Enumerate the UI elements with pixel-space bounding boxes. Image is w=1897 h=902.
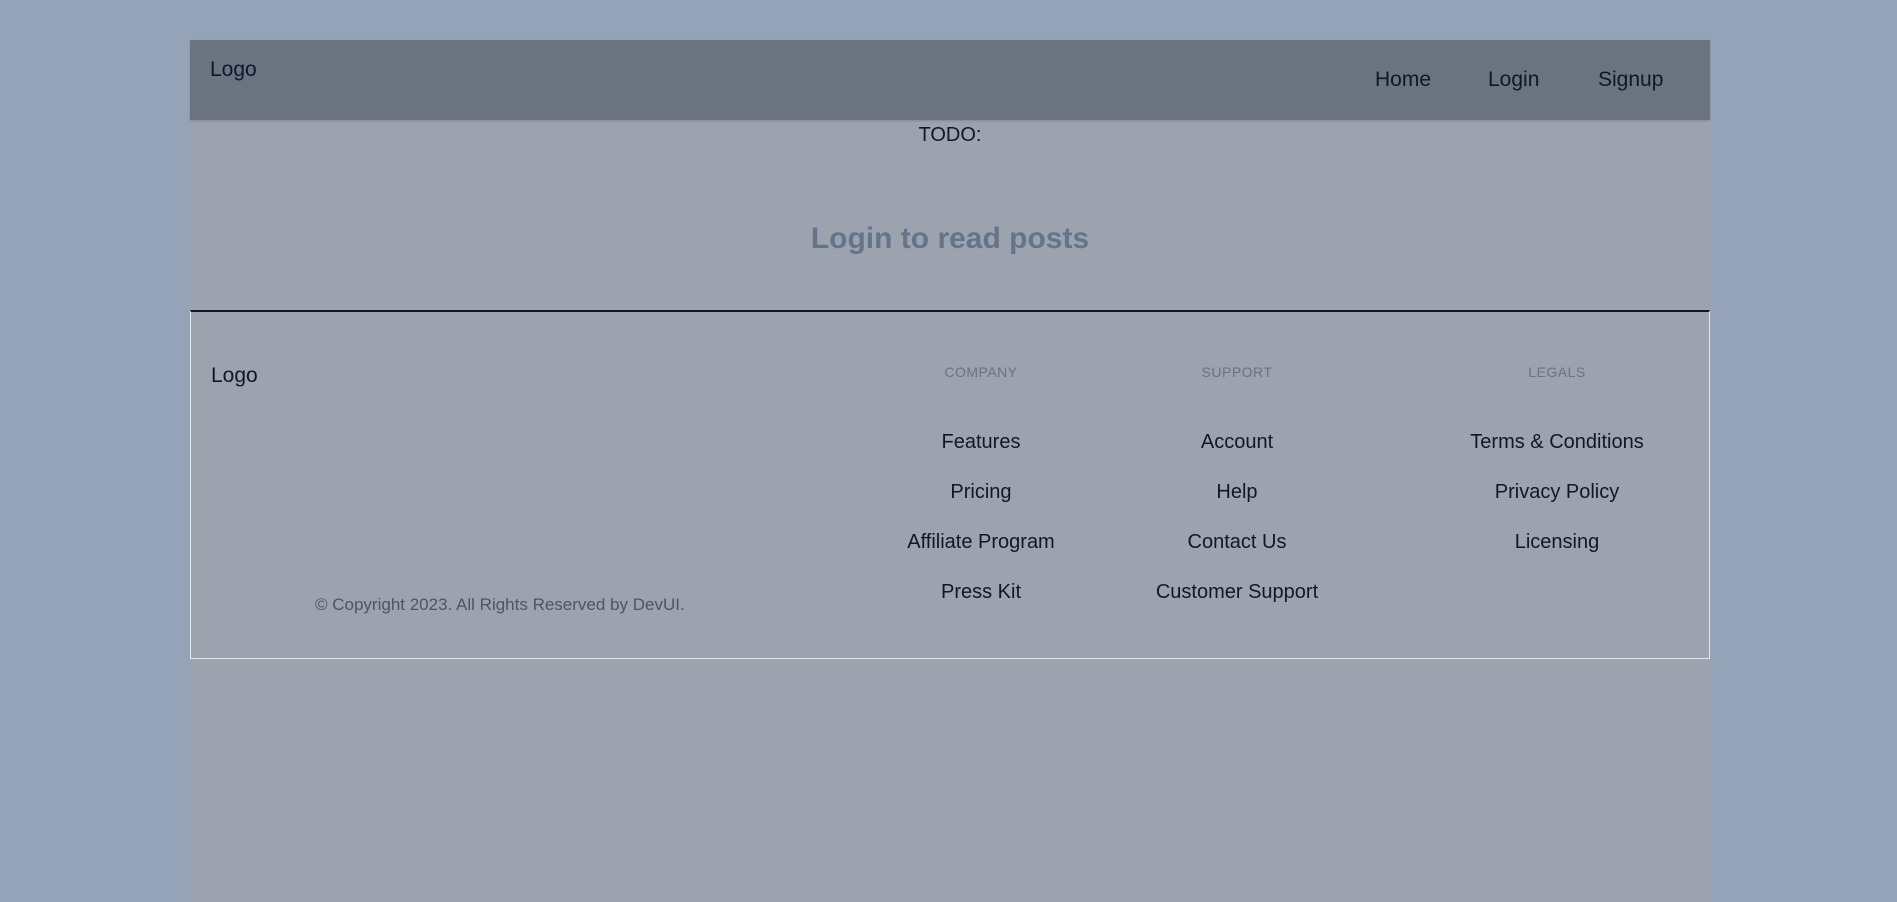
footer-link-pricing[interactable]: Pricing <box>871 480 1091 505</box>
login-message: Login to read posts <box>810 222 1090 255</box>
footer-link-features[interactable]: Features <box>871 430 1091 455</box>
todo-label: TODO: <box>918 124 982 146</box>
footer-link-affiliate-program[interactable]: Affiliate Program <box>871 530 1091 555</box>
footer-column-legals: LEGALS Terms & Conditions Privacy Policy… <box>1447 362 1667 555</box>
navbar: Logo Home Login Signup <box>190 40 1710 120</box>
nav-link-home[interactable]: Home <box>1375 68 1431 92</box>
footer: Logo © Copyright 2023. All Rights Reserv… <box>190 310 1710 659</box>
footer-link-press-kit[interactable]: Press Kit <box>871 580 1091 605</box>
footer-link-terms[interactable]: Terms & Conditions <box>1447 430 1667 455</box>
footer-link-customer-support[interactable]: Customer Support <box>1127 580 1347 605</box>
footer-logo[interactable]: Logo <box>211 364 258 388</box>
nav-logo[interactable]: Logo <box>210 58 257 82</box>
footer-heading-support: SUPPORT <box>1201 364 1273 380</box>
footer-link-help[interactable]: Help <box>1127 480 1347 505</box>
footer-link-contact-us[interactable]: Contact Us <box>1127 530 1347 555</box>
footer-link-account[interactable]: Account <box>1127 430 1347 455</box>
footer-column-company: COMPANY Features Pricing Affiliate Progr… <box>871 362 1091 605</box>
footer-column-support: SUPPORT Account Help Contact Us Customer… <box>1127 362 1347 605</box>
nav-link-login[interactable]: Login <box>1488 68 1539 92</box>
footer-link-licensing[interactable]: Licensing <box>1447 530 1667 555</box>
app-container: Logo Home Login Signup TODO: Login to re… <box>190 40 1710 902</box>
footer-heading-company: COMPANY <box>944 364 1018 380</box>
footer-link-privacy-policy[interactable]: Privacy Policy <box>1447 480 1667 505</box>
footer-heading-legals: LEGALS <box>1528 364 1586 380</box>
nav-link-signup[interactable]: Signup <box>1598 68 1663 92</box>
copyright-text: © Copyright 2023. All Rights Reserved by… <box>315 595 685 614</box>
